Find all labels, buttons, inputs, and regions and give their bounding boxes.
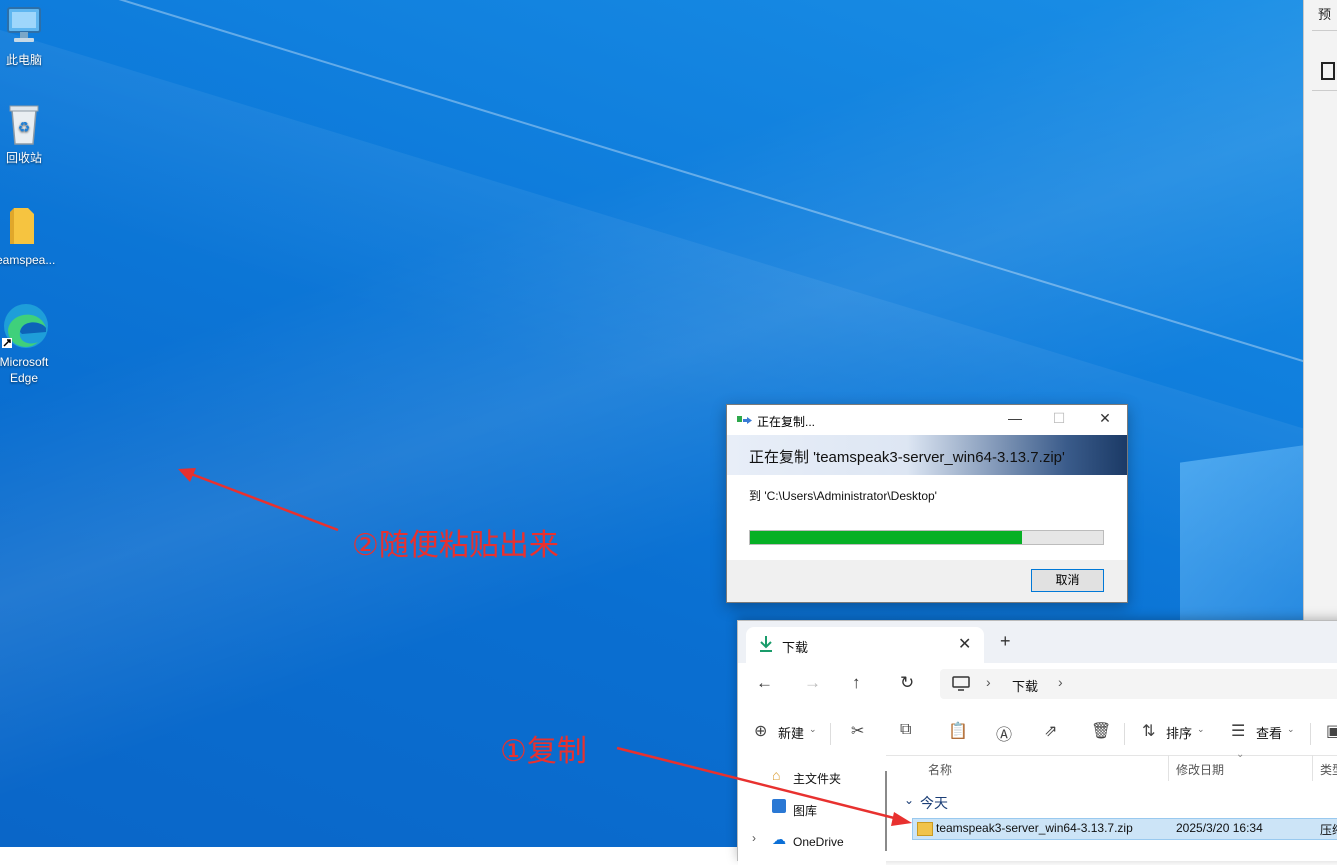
maximize-button[interactable]: ☐ [1039,410,1079,432]
delete-icon[interactable]: 🗑 [1091,721,1111,741]
chevron-down-icon: ⌄ [1236,749,1245,760]
column-header-type[interactable]: 类型 [1320,761,1337,778]
view-button[interactable]: 查看 [1256,723,1282,742]
folder-icon [4,204,44,248]
new-tab-button[interactable]: + [1000,631,1011,652]
column-header-modified[interactable]: 修改日期 [1176,761,1224,778]
share-icon[interactable]: ⇗ [1044,721,1057,741]
desktop-icon-label: Microsoft Edge [0,355,49,385]
cancel-button[interactable]: 取消 [1031,569,1104,592]
group-header-today[interactable]: 今天 [920,793,948,813]
desktop-icon-label: 回收站 [5,151,42,165]
plus-circle-icon: ⊕ [754,723,768,740]
tab-bar: 下载 ✕ + [738,621,1337,663]
sort-icon: ⇅ [1142,723,1156,740]
svg-text:♻: ♻ [18,120,31,136]
file-explorer-window: 下载 ✕ + ← → ↑ ↻ › 下载 › ⊕ 新建 ⌄ ✂ ⧉ 📋 Ⓐ ⇗ 🗑… [737,620,1337,865]
file-row[interactable]: teamspeak3-server_win64-3.13.7.zip 2025/… [912,818,1337,840]
sidebar-scrollbar[interactable] [885,771,887,851]
desktop-icon-edge[interactable]: Microsoft Edge [0,302,64,386]
recycle-bin-icon: ♻ [4,102,44,146]
tab-downloads[interactable]: 下载 ✕ [746,627,984,663]
annotation-step1: ①复制 [500,734,587,769]
chevron-down-icon: ⌄ [1197,724,1205,734]
address-bar[interactable]: › 下载 › [940,669,1337,699]
sidebar-item-gallery[interactable]: 图库 [793,802,817,819]
home-icon: ⌂ [772,767,781,783]
back-arrow-icon[interactable]: ← [756,673,773,693]
copy-progress-bar [749,530,1104,545]
chevron-right-icon: › [1058,674,1063,690]
column-header-name[interactable]: 名称 [928,761,952,778]
forward-arrow-icon[interactable]: → [804,673,821,693]
breadcrumb-downloads[interactable]: 下载 [1012,676,1038,695]
computer-icon [4,4,44,48]
background-window-edge: 预 [1303,0,1337,620]
more-options-icon[interactable]: ▣ [1326,721,1337,741]
copy-progress-dialog: 正在复制... — ☐ ✕ 正在复制 'teamspeak3-server_wi… [726,404,1128,603]
chevron-right-icon[interactable]: › [752,831,756,845]
new-button[interactable]: 新建 [778,723,804,742]
dialog-body: 到 'C:\Users\Administrator\Desktop' [727,475,1127,560]
annotation-step2: ②随便粘贴出来 [352,528,559,563]
destination-text: 到 'C:\Users\Administrator\Desktop' [749,489,937,503]
refresh-icon[interactable]: ↻ [900,673,914,693]
chevron-down-icon: ⌄ [809,724,817,734]
desktop-icon-recycle-bin[interactable]: ♻ 回收站 [0,102,64,166]
dialog-header: 正在复制 'teamspeak3-server_win64-3.13.7.zip… [727,435,1127,475]
copy-icon[interactable]: ⧉ [900,721,911,739]
desktop-icon-label: 此电脑 [5,53,42,67]
navigation-bar: ← → ↑ ↻ › 下载 › [738,663,1337,705]
file-name: teamspeak3-server_win64-3.13.7.zip [936,821,1133,835]
up-arrow-icon[interactable]: ↑ [852,673,861,693]
navigation-pane: ⌂ 主文件夹 图库 › ☁ OneDrive [738,755,886,865]
file-modified: 2025/3/20 16:34 [1176,821,1263,835]
dialog-title: 正在复制... [757,415,816,429]
close-button[interactable]: ✕ [1085,410,1125,432]
cut-icon[interactable]: ✂ [851,721,864,741]
chevron-down-icon[interactable]: ⌄ [904,793,914,807]
rename-icon[interactable]: Ⓐ [996,721,1012,745]
window-control-icon[interactable] [1321,62,1335,80]
command-bar: ⊕ 新建 ⌄ ✂ ⧉ 📋 Ⓐ ⇗ 🗑 ⇅ 排序 ⌄ ☰ 查看 ⌄ ▣ [738,709,1337,756]
progress-fill [750,531,1022,544]
tab-label: 下载 [782,640,809,655]
zip-folder-icon [917,822,933,836]
cloud-icon: ☁ [772,831,786,847]
chevron-down-icon: ⌄ [1287,724,1295,734]
view-icon: ☰ [1231,723,1246,740]
copy-heading: 正在复制 'teamspeak3-server_win64-3.13.7.zip… [749,449,1065,466]
sidebar-item-home[interactable]: 主文件夹 [793,770,841,787]
download-icon [758,635,774,658]
copy-icon [737,414,753,432]
desktop-icon-label: teamspea... [0,253,56,267]
file-type: 压缩 [1320,823,1337,837]
gallery-icon [772,799,786,813]
window-title-fragment: 预 [1318,7,1332,22]
monitor-icon [952,676,970,697]
paste-icon[interactable]: 📋 [948,721,968,741]
edge-icon [0,302,48,350]
chevron-right-icon: › [986,674,991,690]
tab-close-button[interactable]: ✕ [958,634,971,654]
sort-button[interactable]: 排序 [1166,723,1192,742]
desktop-icon-teamspeak-folder[interactable]: teamspea... [0,204,64,268]
desktop-icon-this-pc[interactable]: 此电脑 [0,4,64,68]
dialog-title-bar: 正在复制... — ☐ ✕ [727,405,1127,435]
minimize-button[interactable]: — [995,410,1035,432]
